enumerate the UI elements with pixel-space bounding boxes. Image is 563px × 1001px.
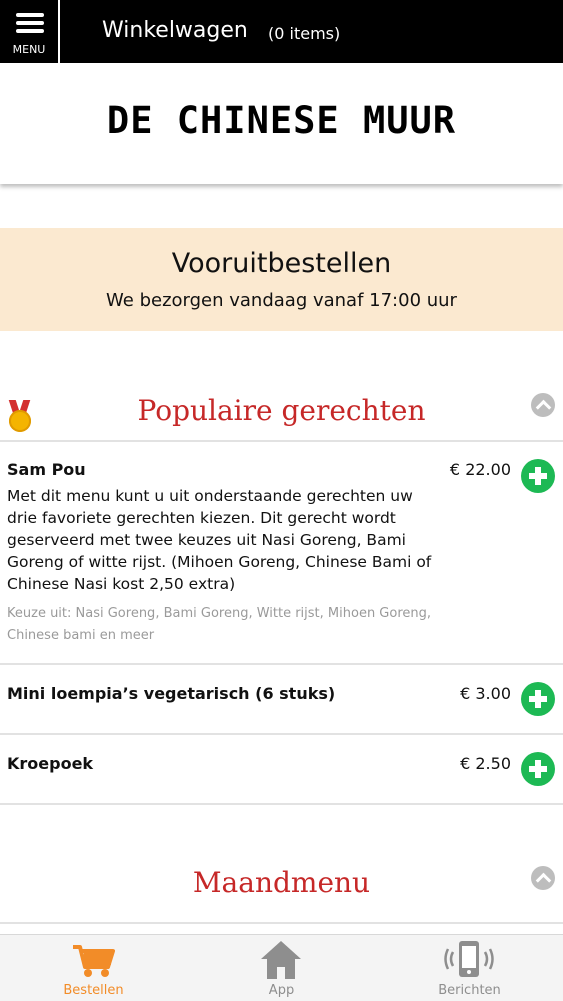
delivery-time-text: We bezorgen vandaag vanaf 17:00 uur [106,290,457,311]
divider [0,440,563,442]
menu-item-sam-pou[interactable]: Sam Pou € 22.00 Met dit menu kunt u uit … [0,459,563,660]
menu-item-mini-loempias[interactable]: Mini loempia’s vegetarisch (6 stuks) € 3… [0,682,563,724]
collapse-icon[interactable] [531,866,555,890]
restaurant-logo: DE CHINESE MUUR [106,99,457,142]
menu-label: MENU [12,43,46,56]
category-header-popular[interactable]: Populaire gerechten [0,390,563,442]
nav-label: App [268,983,295,998]
item-description: Met dit menu kunt u uit onderstaande ger… [7,487,432,593]
cart-count[interactable]: (0 items) [268,24,340,43]
add-to-cart-button[interactable] [521,459,555,493]
item-name: Sam Pou [7,460,86,479]
phone-icon [444,941,494,977]
cart-title[interactable]: Winkelwagen [102,18,248,43]
item-name: Mini loempia’s vegetarisch (6 stuks) [7,684,336,703]
top-bar: MENU Winkelwagen (0 items) [0,0,563,63]
item-choices: Keuze uit: Nasi Goreng, Bami Goreng, Wit… [7,606,432,643]
cart-icon [73,945,115,977]
category-title: Maandmenu [192,866,371,899]
nav-item-bestellen[interactable]: Bestellen [0,935,187,1001]
preorder-banner: Vooruitbestellen We bezorgen vandaag van… [0,228,563,331]
category-header-maandmenu[interactable]: Maandmenu [0,864,563,916]
menu-item-kroepoek[interactable]: Kroepoek € 2.50 [0,752,563,794]
logo-band: DE CHINESE MUUR [0,63,563,184]
home-icon [261,941,301,979]
hamburger-icon [16,13,44,33]
add-to-cart-button[interactable] [521,752,555,786]
nav-label: Berichten [438,983,501,998]
menu-button[interactable]: MENU [0,0,60,63]
divider [0,922,563,924]
collapse-icon[interactable] [531,393,555,417]
divider [0,733,563,735]
preorder-title: Vooruitbestellen [171,248,392,279]
nav-item-app[interactable]: App [188,935,375,1001]
nav-item-berichten[interactable]: Berichten [376,935,563,1001]
add-to-cart-button[interactable] [521,682,555,716]
item-price: € 3.00 [460,684,511,703]
item-price: € 22.00 [449,460,511,479]
nav-label: Bestellen [63,983,124,998]
item-price: € 2.50 [460,754,511,773]
bottom-navigation: Bestellen App Berichten [0,934,563,1001]
item-name: Kroepoek [7,754,94,773]
divider [0,663,563,665]
divider [0,803,563,805]
category-title: Populaire gerechten [137,394,426,427]
